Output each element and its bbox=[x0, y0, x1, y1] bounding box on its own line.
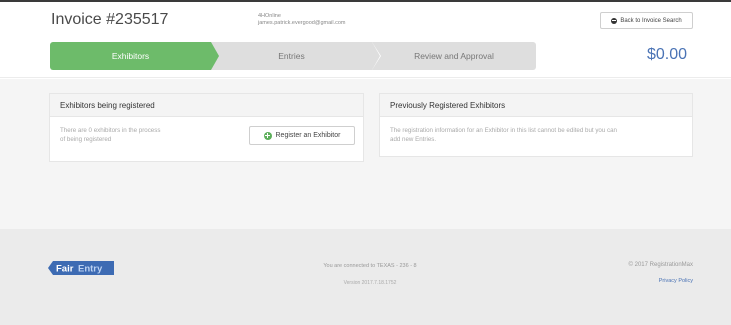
logo-text-fair: Fair bbox=[56, 264, 74, 275]
invoice-header: Invoice #235517 4HOnline james.patrick.e… bbox=[0, 2, 731, 78]
status-line: of being registered bbox=[60, 136, 112, 143]
back-button-label: Back to Invoice Search bbox=[620, 17, 682, 24]
progress-steps: Exhibitors Entries Review and Approval bbox=[50, 42, 536, 70]
register-exhibitor-button[interactable]: Register an Exhibitor bbox=[249, 126, 355, 145]
step-review-approval[interactable]: Review and Approval bbox=[372, 42, 536, 70]
step-label: Exhibitors bbox=[111, 51, 150, 61]
previous-info-text: The registration information for an Exhi… bbox=[390, 126, 690, 144]
invoice-title: Invoice #235517 bbox=[51, 11, 169, 28]
step-entries[interactable]: Entries bbox=[211, 42, 381, 70]
register-button-label: Register an Exhibitor bbox=[275, 132, 341, 139]
account-info: 4HOnline james.patrick.evergood@gmail.co… bbox=[258, 13, 346, 27]
arrow-left-circle-icon bbox=[611, 17, 618, 24]
panel-title: Exhibitors being registered bbox=[50, 94, 363, 117]
invoice-total: $0.00 bbox=[647, 46, 688, 63]
connection-info: You are connected to TEXAS - 236 - 8 bbox=[323, 263, 417, 269]
step-label: Entries bbox=[278, 51, 305, 61]
footer: Fair Entry You are connected to TEXAS - … bbox=[0, 229, 731, 325]
exhibitors-being-registered-panel: Exhibitors being registered There are 0 … bbox=[49, 93, 364, 162]
logo-text-entry: Entry bbox=[78, 264, 103, 275]
account-email: james.patrick.evergood@gmail.com bbox=[258, 20, 346, 26]
info-line: add new Entries. bbox=[390, 136, 437, 143]
plus-circle-icon bbox=[263, 131, 272, 140]
step-exhibitors[interactable]: Exhibitors bbox=[50, 42, 219, 70]
step-label: Review and Approval bbox=[414, 51, 494, 61]
panel-title: Previously Registered Exhibitors bbox=[380, 94, 692, 117]
fairentry-logo: Fair Entry bbox=[48, 261, 114, 275]
back-to-invoice-search-button[interactable]: Back to Invoice Search bbox=[600, 12, 693, 29]
copyright: © 2017 RegistrationMax bbox=[628, 262, 693, 268]
info-line: The registration information for an Exhi… bbox=[390, 127, 618, 134]
exhibitors-status-text: There are 0 exhibitors in the process of… bbox=[60, 126, 240, 144]
status-line: There are 0 exhibitors in the process bbox=[60, 127, 161, 134]
previously-registered-panel: Previously Registered Exhibitors The reg… bbox=[379, 93, 693, 157]
main-content: Exhibitors being registered There are 0 … bbox=[0, 79, 731, 229]
version-info: Version 2017.7.18.1752 bbox=[343, 280, 397, 286]
account-name: 4HOnline bbox=[258, 13, 281, 19]
privacy-policy-link[interactable]: Privacy Policy bbox=[659, 278, 693, 284]
